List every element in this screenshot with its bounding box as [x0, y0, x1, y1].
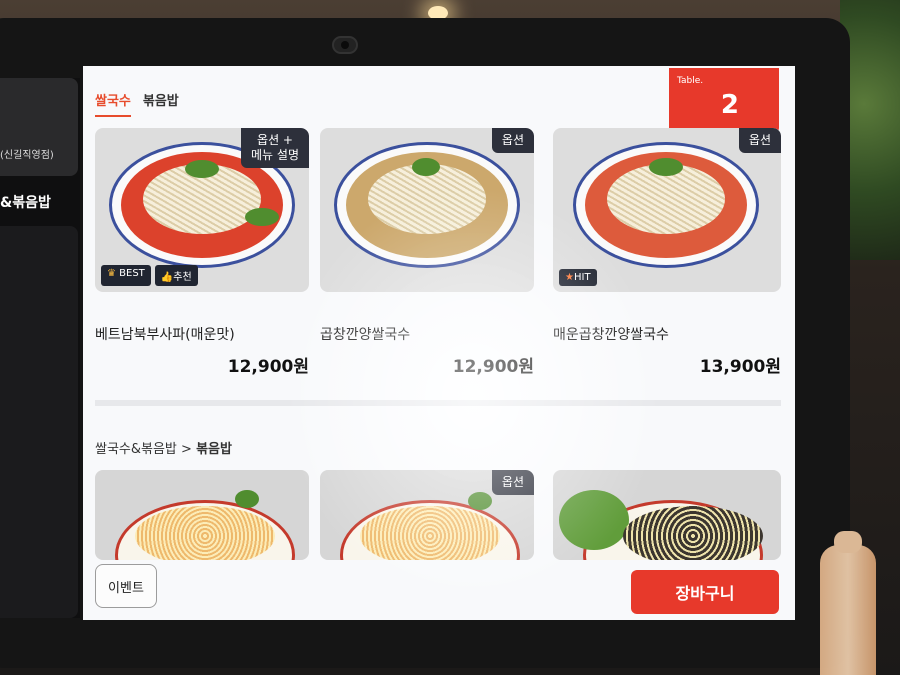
cart-button[interactable]: 장바구니 — [631, 570, 779, 614]
option-badge-line1: 옵션 — [501, 133, 524, 147]
menu-item-price: 12,900원 — [227, 357, 309, 377]
adjacent-panel — [0, 226, 78, 618]
breadcrumb-parent[interactable]: 쌀국수&볶음밥 — [95, 442, 177, 457]
menu-item-name: 베트남북부사파(매운맛) — [95, 327, 235, 343]
tag-label: HIT — [573, 272, 591, 283]
menu-tags: ♛ BEST 👍추천 — [101, 265, 198, 286]
breadcrumb: 쌀국수&볶음밥 > 볶음밥 — [95, 438, 232, 457]
herb-garnish — [245, 208, 279, 226]
tag-hit: ★HIT — [559, 269, 597, 286]
option-badge-line2: 메뉴 설명 — [251, 148, 299, 162]
table-number-badge: Table. 2 — [669, 68, 779, 132]
option-badge[interactable]: 옵션 — [491, 470, 534, 495]
menu-item-card[interactable]: 옵션 곱창깐양쌀국수 12,900원 — [320, 128, 534, 428]
adjacent-store-name: (신길직영점) — [0, 150, 54, 161]
menu-item-card[interactable] — [553, 470, 781, 560]
table-label: Table. — [677, 76, 704, 86]
menu-item-card[interactable] — [95, 470, 309, 560]
herb-garnish — [649, 158, 683, 176]
menu-item-name: 매운곱창깐양쌀국수 — [553, 327, 669, 343]
menu-tags: ★HIT — [559, 269, 597, 286]
camera-icon — [332, 36, 358, 54]
adjacent-store-card: (신길직영점) — [0, 78, 78, 176]
herb-garnish — [185, 160, 219, 178]
menu-item-price: 12,900원 — [452, 357, 534, 377]
thumbs-up-icon: 👍 — [160, 272, 174, 283]
breadcrumb-separator: > — [181, 442, 192, 457]
menu-item-card[interactable]: 옵션 — [320, 470, 534, 560]
tab-rice-noodle[interactable]: 쌀국수 — [95, 90, 131, 117]
sauce-bottle — [820, 531, 876, 675]
tag-best: ♛ BEST — [101, 265, 151, 286]
fried-rice — [623, 506, 763, 560]
option-badge[interactable]: 옵션 — [491, 128, 534, 153]
menu-item-photo[interactable]: 옵션 + 메뉴 설명 ♛ BEST 👍추천 — [95, 128, 309, 292]
section-divider — [95, 400, 781, 406]
adjacent-category-label: &볶음밥 — [0, 195, 51, 211]
lettuce-garnish — [559, 490, 629, 550]
fried-rice — [360, 506, 500, 560]
breadcrumb-current: 볶음밥 — [196, 442, 232, 457]
menu-item-name: 곱창깐양쌀국수 — [320, 327, 411, 343]
option-badge-line1: 옵션 — [748, 133, 771, 147]
herb-garnish — [412, 158, 440, 176]
crown-icon: ♛ — [107, 268, 116, 279]
menu-item-price: 13,900원 — [699, 357, 781, 377]
table-number: 2 — [720, 90, 739, 120]
herb-garnish — [468, 492, 492, 510]
fried-rice — [135, 506, 275, 560]
tag-recommend: 👍추천 — [154, 265, 198, 286]
herb-garnish — [235, 490, 259, 508]
menu-item-card[interactable]: 옵션 ★HIT 매운곱창깐양쌀국수 13,900원 — [553, 128, 781, 428]
tag-label: BEST — [119, 268, 145, 279]
adjacent-screen-strip: (신길직영점) &볶음밥 — [0, 78, 80, 618]
option-badge-line1: 옵션 + — [257, 133, 293, 147]
menu-item-photo[interactable]: 옵션 — [320, 128, 534, 292]
kiosk-screen: 쌀국수 볶음밥 Table. 2 옵션 + 메뉴 설명 ♛ BEST 👍추천 베… — [83, 66, 795, 620]
menu-item-card[interactable]: 옵션 + 메뉴 설명 ♛ BEST 👍추천 베트남북부사파(매운맛) 12,90… — [95, 128, 309, 428]
event-button[interactable]: 이벤트 — [95, 564, 157, 608]
tag-label: 추천 — [173, 272, 192, 283]
category-tabs: 쌀국수 볶음밥 — [95, 90, 179, 117]
option-badge[interactable]: 옵션 + 메뉴 설명 — [241, 128, 309, 168]
tab-fried-rice[interactable]: 볶음밥 — [143, 90, 179, 117]
menu-item-photo[interactable]: 옵션 ★HIT — [553, 128, 781, 292]
star-icon: ★ — [565, 272, 574, 283]
option-badge[interactable]: 옵션 — [738, 128, 781, 153]
